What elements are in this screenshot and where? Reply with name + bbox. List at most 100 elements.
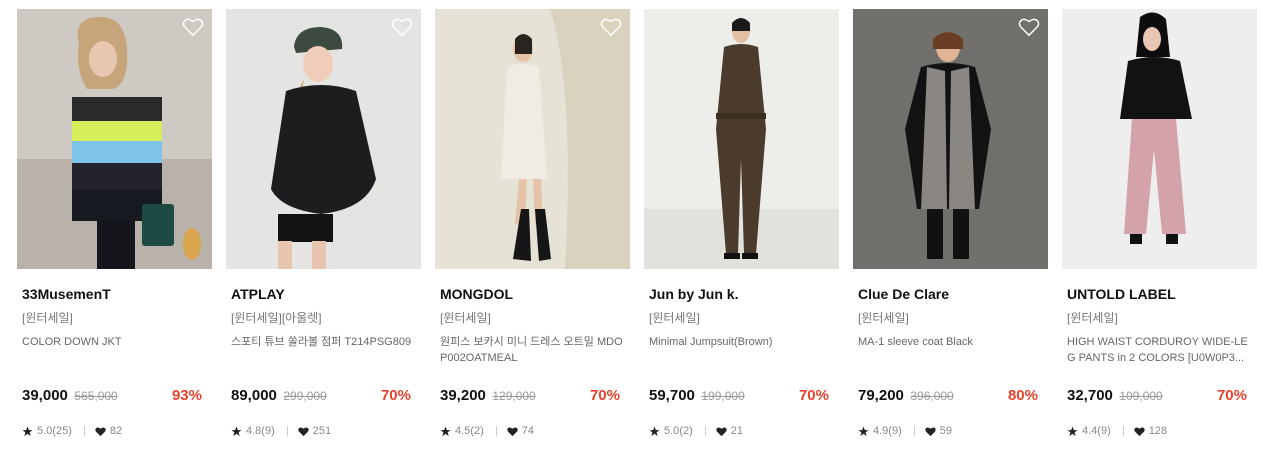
star-icon [231, 425, 242, 436]
like-count: 251 [312, 425, 332, 437]
rating-text: 4.9(9) [873, 425, 902, 437]
price-row: 39,000 565,000 93% [22, 387, 207, 407]
sale-tag: [윈터세일] [440, 311, 491, 325]
product-name[interactable]: MA-1 sleeve coat Black [858, 334, 1043, 366]
brand-name[interactable]: Clue De Clare [858, 286, 1043, 302]
price-row: 59,700 199,000 70% [649, 387, 834, 407]
price-row: 89,000 299,000 70% [231, 387, 416, 407]
wishlist-heart-icon[interactable] [182, 17, 204, 37]
rating-text: 4.8(9) [246, 425, 275, 437]
product-photo-jumpsuit [644, 9, 839, 269]
product-image[interactable] [1062, 9, 1257, 269]
product-meta: 5.0(2) 21 [649, 423, 834, 439]
sale-price: 89,000 [231, 387, 277, 404]
divider [286, 426, 288, 436]
like-count: 74 [521, 425, 534, 437]
price-row: 39,200 129,000 70% [440, 387, 625, 407]
discount-rate: 80% [1007, 387, 1038, 404]
product-photo-mini-dress [435, 9, 630, 269]
divider [913, 426, 915, 436]
divider [83, 426, 85, 436]
heart-icon [716, 426, 727, 436]
discount-rate: 93% [171, 387, 202, 404]
sale-tag: [윈터세일] [649, 311, 700, 325]
product-card[interactable]: Jun by Jun k. [윈터세일] Minimal Jumpsuit(Br… [644, 9, 839, 439]
sale-tag: [윈터세일] [22, 311, 73, 325]
sale-tag: [윈터세일] [1067, 311, 1118, 325]
star-icon [440, 425, 451, 436]
brand-name[interactable]: MONGDOL [440, 286, 625, 302]
product-image[interactable] [17, 9, 212, 269]
product-card[interactable]: Clue De Clare [윈터세일] MA-1 sleeve coat Bl… [853, 9, 1048, 439]
product-card[interactable]: UNTOLD LABEL [윈터세일] HIGH WAIST CORDUROY … [1062, 9, 1257, 439]
product-grid: 33MusemenT [윈터세일] COLOR DOWN JKT 39,000 … [0, 0, 1263, 470]
product-meta: 4.9(9) 59 [858, 423, 1043, 439]
wishlist-heart-icon[interactable] [600, 17, 622, 37]
product-meta: 5.0(25) 82 [22, 423, 207, 439]
product-image[interactable] [226, 9, 421, 269]
product-photo-corduroy-pants [1062, 9, 1257, 269]
product-name[interactable]: COLOR DOWN JKT [22, 334, 207, 366]
like-count: 128 [1148, 425, 1168, 437]
like-count: 59 [939, 425, 952, 437]
divider [495, 426, 497, 436]
product-card[interactable]: ATPLAY [윈터세일][아울렛] 스포티 튜브 쏠라볼 점퍼 T214PSG… [226, 9, 421, 439]
rating-text: 4.4(9) [1082, 425, 1111, 437]
wishlist-heart-icon[interactable] [1018, 17, 1040, 37]
star-icon [858, 425, 869, 436]
product-image[interactable] [853, 9, 1048, 269]
product-meta: 4.8(9) 251 [231, 423, 416, 439]
star-icon [1067, 425, 1078, 436]
star-icon [22, 425, 33, 436]
product-name[interactable]: Minimal Jumpsuit(Brown) [649, 334, 834, 366]
product-photo-quilted-jacket [226, 9, 421, 269]
product-card[interactable]: 33MusemenT [윈터세일] COLOR DOWN JKT 39,000 … [17, 9, 212, 439]
divider [704, 426, 706, 436]
price-row: 79,200 396,000 80% [858, 387, 1043, 407]
product-name[interactable]: HIGH WAIST CORDUROY WIDE-LEG PANTS in 2 … [1067, 334, 1252, 366]
wishlist-heart-icon[interactable] [391, 17, 413, 37]
heart-icon [298, 426, 309, 436]
brand-name[interactable]: 33MusemenT [22, 286, 207, 302]
price-row: 32,700 109,000 70% [1067, 387, 1252, 407]
discount-rate: 70% [798, 387, 829, 404]
product-photo-puffer-jacket [17, 9, 212, 269]
discount-rate: 70% [380, 387, 411, 404]
product-meta: 4.4(9) 128 [1067, 423, 1252, 439]
product-meta: 4.5(2) 74 [440, 423, 625, 439]
product-image[interactable] [435, 9, 630, 269]
sale-price: 59,700 [649, 387, 695, 404]
rating-text: 5.0(2) [664, 425, 693, 437]
heart-icon [95, 426, 106, 436]
heart-icon [925, 426, 936, 436]
original-price: 396,000 [910, 389, 954, 403]
star-icon [649, 425, 660, 436]
product-photo-sleeve-coat [853, 9, 1048, 269]
original-price: 129,000 [492, 389, 536, 403]
original-price: 199,000 [701, 389, 745, 403]
product-name[interactable]: 스포티 튜브 쏠라볼 점퍼 T214PSG809 [231, 334, 416, 366]
heart-icon [1134, 426, 1145, 436]
like-count: 21 [730, 425, 743, 437]
sale-price: 79,200 [858, 387, 904, 404]
sale-tag: [윈터세일] [858, 311, 909, 325]
discount-rate: 70% [589, 387, 620, 404]
sale-tag: [윈터세일][아울렛] [231, 311, 322, 325]
rating-text: 5.0(25) [37, 425, 72, 437]
brand-name[interactable]: ATPLAY [231, 286, 416, 302]
like-count: 82 [109, 425, 123, 437]
divider [1122, 426, 1124, 436]
sale-price: 39,200 [440, 387, 486, 404]
product-name[interactable]: 원피스 보카시 미니 드레스 오트밀 MDOP002OATMEAL [440, 334, 625, 366]
heart-icon [507, 426, 518, 436]
product-card[interactable]: MONGDOL [윈터세일] 원피스 보카시 미니 드레스 오트밀 MDOP00… [435, 9, 630, 439]
original-price: 299,000 [283, 389, 327, 403]
sale-price: 32,700 [1067, 387, 1113, 404]
product-image[interactable] [644, 9, 839, 269]
sale-price: 39,000 [22, 387, 68, 404]
brand-name[interactable]: Jun by Jun k. [649, 286, 834, 302]
brand-name[interactable]: UNTOLD LABEL [1067, 286, 1252, 302]
rating-text: 4.5(2) [455, 425, 484, 437]
discount-rate: 70% [1216, 387, 1247, 404]
original-price: 565,000 [74, 389, 118, 403]
